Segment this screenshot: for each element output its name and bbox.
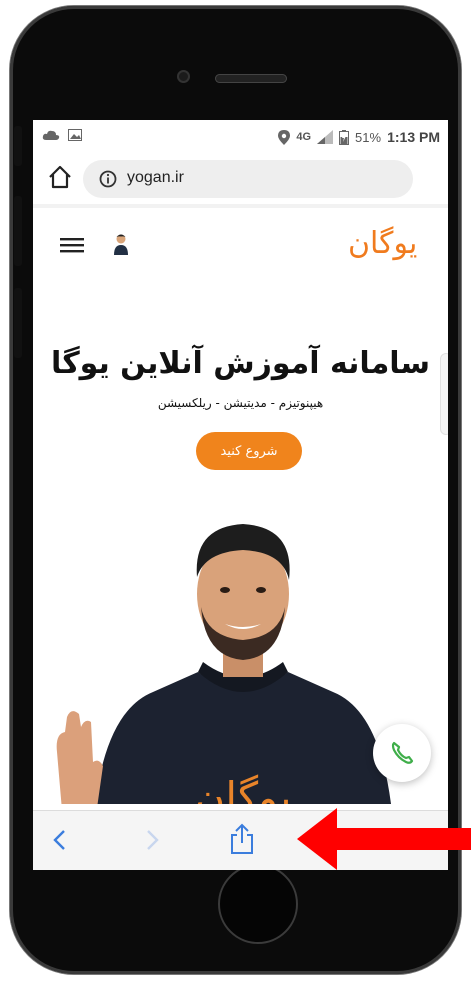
volume-up-button	[14, 196, 22, 266]
mute-switch	[14, 126, 22, 166]
earpiece-speaker	[215, 74, 287, 83]
user-avatar-icon[interactable]	[113, 233, 129, 255]
browser-address-bar: yogan.ir	[33, 154, 448, 204]
chevron-right-icon[interactable]	[145, 829, 161, 851]
start-button[interactable]: شروع کنید	[196, 432, 302, 470]
hero-title: سامانه آموزش آنلاین یوگا	[50, 346, 431, 381]
network-type: 4G	[296, 131, 312, 143]
battery-icon	[339, 129, 350, 145]
share-icon[interactable]	[229, 823, 255, 855]
status-bar: 4G 51% 1:13 PM	[33, 120, 448, 154]
location-icon	[278, 129, 291, 145]
annotation-arrow	[297, 808, 471, 870]
volume-down-button	[14, 288, 22, 358]
home-button[interactable]	[218, 864, 298, 944]
signal-icon	[317, 130, 334, 144]
url-field[interactable]: yogan.ir	[83, 160, 413, 198]
brand-logo[interactable]: یوگان	[348, 226, 417, 261]
chevron-left-icon[interactable]	[51, 829, 67, 851]
phone-icon	[391, 741, 414, 764]
battery-level: 51%	[355, 129, 382, 145]
hero-subtitle: هیپنوتیزم - مدیتیشن - ریلکسیشن	[157, 396, 324, 410]
url-text: yogan.ir	[127, 169, 184, 186]
home-icon[interactable]	[47, 164, 73, 190]
cloud-icon	[42, 130, 60, 140]
front-camera	[177, 70, 190, 83]
call-button[interactable]	[373, 724, 431, 782]
screen: 4G 51% 1:13 PM yogan.ir یوگان سامانه آمو…	[33, 120, 448, 870]
page-top-strip	[33, 204, 448, 208]
image-icon	[68, 129, 82, 141]
shirt-logo-text: یوگان	[194, 773, 291, 804]
webpage: یوگان سامانه آموزش آنلاین یوگا هیپنوتیزم…	[33, 204, 448, 804]
info-icon[interactable]	[99, 170, 117, 188]
clock: 1:13 PM	[387, 129, 440, 145]
menu-icon[interactable]	[60, 237, 84, 253]
